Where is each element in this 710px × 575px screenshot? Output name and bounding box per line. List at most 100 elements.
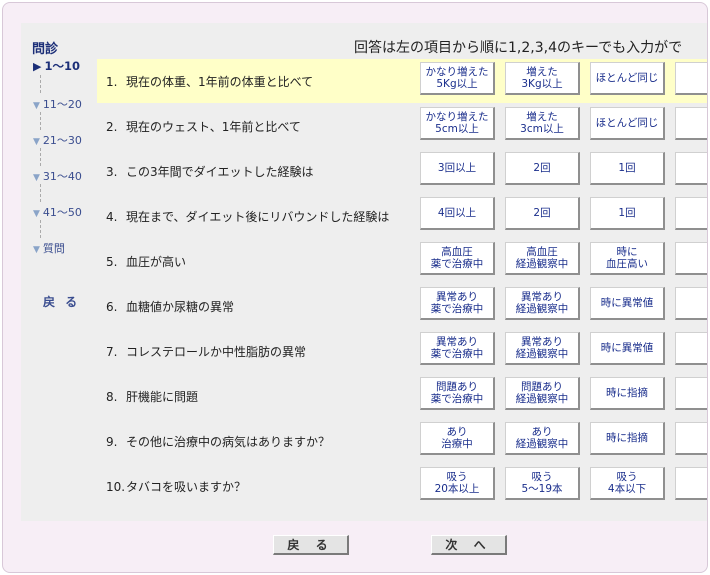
question-label: この3年間でダイエットした経験は bbox=[126, 165, 314, 179]
answer-option-button[interactable]: 異常あり 薬で治療中 bbox=[420, 332, 495, 365]
sidebar-title: 問診 bbox=[32, 42, 59, 57]
nav-connector bbox=[40, 75, 41, 93]
triangle-down-icon: ▼ bbox=[33, 173, 40, 183]
question-text: 2. 現在のウェスト、1年前と比べて bbox=[106, 118, 301, 135]
next-button[interactable]: 次 へ bbox=[431, 535, 507, 555]
question-label: 血圧が高い bbox=[126, 255, 187, 269]
sidebar-item-11-20[interactable]: ▼ 11〜20 bbox=[33, 96, 82, 112]
answer-option-button[interactable]: 減 bbox=[675, 107, 707, 140]
answer-option-button[interactable]: 時に指摘 bbox=[590, 377, 665, 410]
answer-option-button[interactable]: 2回 bbox=[505, 152, 580, 185]
answer-option-button[interactable]: 吸う 20本以上 bbox=[420, 467, 495, 500]
question-row: 7. コレステロールか中性脂肪の異常 異常あり 薬で治療中 異常あり 経過観察中 時に異… bbox=[97, 329, 707, 373]
triangle-right-icon: ▶ bbox=[33, 60, 42, 73]
question-text: 3. この3年間でダイエットした経験は bbox=[106, 163, 314, 180]
answer-option-button[interactable]: 経 bbox=[675, 197, 707, 230]
question-row: 2. 現在のウェスト、1年前と比べて かなり増えた 5cm以上 増えた 3cm以上 ほと… bbox=[97, 104, 707, 148]
question-row: 10.タバコを吸いますか？ 吸う 20本以上吸う 5〜19本吸う 4本以下吸 bbox=[97, 464, 707, 508]
nav-connector bbox=[40, 148, 41, 166]
answer-option-button[interactable]: 減 bbox=[675, 62, 707, 95]
question-label: 血糖値か尿糖の異常 bbox=[126, 300, 235, 314]
answer-option-button[interactable]: 異 bbox=[675, 332, 707, 365]
answer-option-button[interactable]: 異 bbox=[675, 377, 707, 410]
sidebar-back-link[interactable]: 戻 る bbox=[43, 293, 80, 310]
answer-option-button[interactable]: かなり増えた 5cm以上 bbox=[420, 107, 495, 140]
sidebar: 問診 ▶ 1〜10 ▼ 11〜20 ▼ 21〜30 ▼ 31〜40 ▼ 41〜50 bbox=[21, 23, 97, 521]
question-number: 4. bbox=[106, 210, 118, 224]
question-number: 6. bbox=[106, 300, 118, 314]
sidebar-item-1-10[interactable]: ▶ 1〜10 bbox=[33, 58, 80, 74]
answer-option-button[interactable]: 吸う 4本以下 bbox=[590, 467, 665, 500]
question-text: 1. 現在の体重、1年前の体重と比べて bbox=[106, 73, 313, 90]
triangle-down-icon: ▼ bbox=[33, 209, 40, 219]
sidebar-item-questions[interactable]: ▼ 質問 bbox=[33, 240, 65, 256]
question-row: 4. 現在まで、ダイエット後にリバウンドした経験は 4回以上 2回 1回経 bbox=[97, 194, 707, 238]
back-button[interactable]: 戻 る bbox=[273, 535, 349, 555]
answer-option-button[interactable]: あり 治療中 bbox=[420, 422, 495, 455]
instruction-header: 回答は左の項目から順に1,2,3,4のキーでも入力がで bbox=[354, 40, 683, 56]
question-label: 現在の体重、1年前の体重と比べて bbox=[126, 75, 314, 89]
sidebar-item-21-30[interactable]: ▼ 21〜30 bbox=[33, 132, 82, 148]
nav-connector bbox=[40, 184, 41, 202]
answer-option-button[interactable]: 高血圧 薬で治療中 bbox=[420, 242, 495, 275]
question-number: 7. bbox=[106, 345, 118, 359]
question-number: 5. bbox=[106, 255, 118, 269]
answer-option-button[interactable]: あり 経過観察中 bbox=[505, 422, 580, 455]
answer-option-button[interactable]: 時に異常値 bbox=[590, 287, 665, 320]
sidebar-item-label: 1〜10 bbox=[44, 59, 80, 73]
answer-option-button[interactable]: 問題あり 薬で治療中 bbox=[420, 377, 495, 410]
question-text: 10.タバコを吸いますか？ bbox=[106, 478, 246, 495]
question-label: 肝機能に問題 bbox=[126, 390, 199, 404]
sidebar-item-31-40[interactable]: ▼ 31〜40 bbox=[33, 168, 82, 184]
answer-option-button[interactable]: 問題あり 経過観察中 bbox=[505, 377, 580, 410]
question-text: 8. 肝機能に問題 bbox=[106, 388, 198, 405]
answer-option-button[interactable]: 異常あり 経過観察中 bbox=[505, 287, 580, 320]
answer-option-button[interactable]: 異 bbox=[675, 287, 707, 320]
answer-option-button[interactable]: 4回以上 bbox=[420, 197, 495, 230]
answer-option-button[interactable]: 時に異常値 bbox=[590, 332, 665, 365]
question-row: 1. 現在の体重、1年前の体重と比べて かなり増えた 5Kg以上 増えた 3Kg以上ほ… bbox=[97, 59, 707, 103]
answer-option-button[interactable]: 時に 血圧高い bbox=[590, 242, 665, 275]
answer-option-button[interactable]: 2回 bbox=[505, 197, 580, 230]
answer-option-button[interactable]: 吸 bbox=[675, 467, 707, 500]
question-row: 5. 血圧が高い 高血圧 薬で治療中高血圧 経過観察中時に 血圧高い異 bbox=[97, 239, 707, 283]
question-text: 4. 現在まで、ダイエット後にリバウンドした経験は bbox=[106, 208, 389, 225]
answer-option-button[interactable]: 3回以上 bbox=[420, 152, 495, 185]
nav-connector bbox=[40, 220, 41, 238]
sidebar-item-label: 41〜50 bbox=[42, 206, 82, 219]
answer-option-button[interactable]: 時に指摘 bbox=[590, 422, 665, 455]
triangle-down-icon: ▼ bbox=[33, 101, 40, 111]
triangle-down-icon: ▼ bbox=[33, 137, 40, 147]
nav-connector bbox=[40, 112, 41, 130]
sidebar-item-label: 11〜20 bbox=[42, 98, 82, 111]
question-text: 7. コレステロールか中性脂肪の異常 bbox=[106, 343, 306, 360]
sidebar-item-label: 質問 bbox=[42, 242, 65, 255]
sidebar-item-label: 31〜40 bbox=[42, 170, 82, 183]
question-label: コレステロールか中性脂肪の異常 bbox=[126, 345, 307, 359]
question-text: 6. 血糖値か尿糖の異常 bbox=[106, 298, 234, 315]
question-row: 3. この3年間でダイエットした経験は 3回以上 2回 1回経 bbox=[97, 149, 707, 193]
answer-option-button[interactable]: 異常あり 薬で治療中 bbox=[420, 287, 495, 320]
answer-option-button[interactable] bbox=[675, 422, 707, 455]
question-label: 現在まで、ダイエット後にリバウンドした経験は bbox=[126, 210, 390, 224]
answer-option-button[interactable]: ほとんど同じ bbox=[590, 62, 665, 95]
answer-option-button[interactable]: かなり増えた 5Kg以上 bbox=[420, 62, 495, 95]
answer-option-button[interactable]: 異 bbox=[675, 242, 707, 275]
answer-option-button[interactable]: 増えた 3cm以上 bbox=[505, 107, 580, 140]
answer-option-button[interactable]: 1回 bbox=[590, 152, 665, 185]
answer-option-button[interactable]: ほとんど同じ bbox=[590, 107, 665, 140]
question-text: 9. その他に治療中の病気はありますか？ bbox=[106, 433, 330, 450]
question-number: 3. bbox=[106, 165, 118, 179]
question-row: 9. その他に治療中の病気はありますか？ あり 治療中 あり 経過観察中 時に指摘 bbox=[97, 419, 707, 463]
answer-option-button[interactable]: 経 bbox=[675, 152, 707, 185]
question-row: 6. 血糖値か尿糖の異常 異常あり 薬で治療中異常あり 経過観察中時に異常値異 bbox=[97, 284, 707, 328]
answer-option-button[interactable]: 1回 bbox=[590, 197, 665, 230]
answer-option-button[interactable]: 異常あり 経過観察中 bbox=[505, 332, 580, 365]
triangle-down-icon: ▼ bbox=[33, 245, 40, 255]
answer-option-button[interactable]: 増えた 3Kg以上 bbox=[505, 62, 580, 95]
question-row: 8. 肝機能に問題 問題あり 薬で治療中問題あり 経過観察中時に指摘異 bbox=[97, 374, 707, 418]
sidebar-item-41-50[interactable]: ▼ 41〜50 bbox=[33, 204, 82, 220]
answer-option-button[interactable]: 高血圧 経過観察中 bbox=[505, 242, 580, 275]
question-number: 9. bbox=[106, 435, 118, 449]
answer-option-button[interactable]: 吸う 5〜19本 bbox=[505, 467, 580, 500]
